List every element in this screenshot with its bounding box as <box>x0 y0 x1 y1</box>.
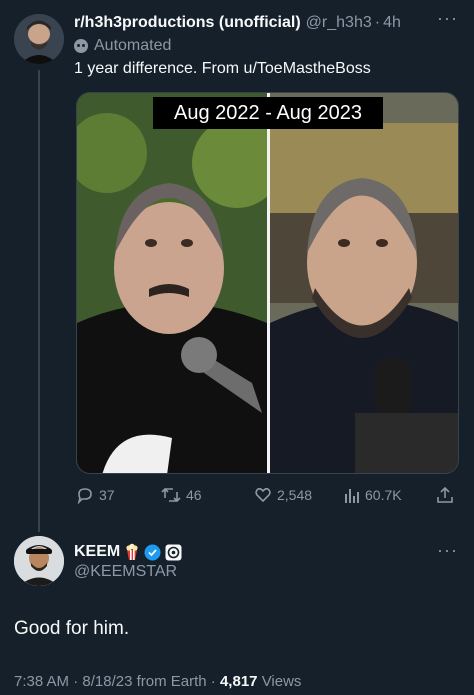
media-caption: Aug 2022 - Aug 2023 <box>153 97 383 129</box>
repost-count: 46 <box>186 487 202 503</box>
avatar[interactable] <box>14 536 64 586</box>
tweet-text: 1 year difference. From u/ToeMastheBoss <box>74 60 371 77</box>
author-display-name[interactable]: KEEM <box>74 543 120 561</box>
affiliate-badge-icon[interactable] <box>165 544 182 561</box>
popcorn-icon <box>126 543 138 560</box>
reply-icon <box>77 488 92 504</box>
comparison-photo <box>77 93 458 473</box>
share-button[interactable] <box>436 484 459 506</box>
repost-button[interactable]: 46 <box>161 484 202 506</box>
like-button[interactable]: 2,548 <box>254 484 312 506</box>
verified-badge-icon[interactable] <box>144 544 161 561</box>
author-display-name[interactable]: r/h3h3productions (unofficial) <box>74 14 301 32</box>
automated-label-row: Automated <box>74 36 171 56</box>
tweet-media[interactable]: Aug 2022 - Aug 2023 <box>76 92 459 474</box>
tweet-footer: 7:38 AM · 8/18/23 from Earth · 4,817 Vie… <box>14 673 301 690</box>
tweet-text: Good for him. <box>14 618 130 639</box>
views-label: Views <box>261 673 302 690</box>
views-count: 4,817 <box>219 673 258 690</box>
footer-separator: · <box>210 673 216 690</box>
views-count: 60.7K <box>365 487 402 503</box>
avatar[interactable] <box>14 14 64 64</box>
bot-icon <box>74 39 88 53</box>
automated-label: Automated <box>94 37 172 54</box>
views-chart-icon <box>345 489 359 503</box>
share-icon <box>437 486 453 503</box>
author-handle[interactable]: @r_h3h3 <box>306 14 372 32</box>
author-handle[interactable]: @KEEMSTAR <box>74 563 177 581</box>
more-options-icon[interactable]: ··· <box>437 540 458 561</box>
tweet-header: r/h3h3productions (unofficial) @r_h3h3 ·… <box>74 8 464 34</box>
tweet-header: KEEM <box>74 541 182 563</box>
reply-button[interactable]: 37 <box>76 484 115 506</box>
meta-separator: · <box>374 14 381 31</box>
repost-icon <box>161 487 181 503</box>
views-button[interactable]: 60.7K <box>344 484 402 506</box>
heart-icon <box>255 487 271 503</box>
more-options-icon[interactable]: ··· <box>437 8 458 29</box>
post-date-source: 8/18/23 from Earth <box>82 673 207 690</box>
tweet-time[interactable]: 4h <box>383 14 401 32</box>
footer-separator: · <box>73 673 79 690</box>
tweet-actions: 37 46 2,548 60.7K <box>76 484 459 506</box>
like-count: 2,548 <box>277 487 313 503</box>
post-time[interactable]: 7:38 AM <box>14 673 69 690</box>
thread-line <box>38 70 40 532</box>
reply-count: 37 <box>99 487 115 503</box>
